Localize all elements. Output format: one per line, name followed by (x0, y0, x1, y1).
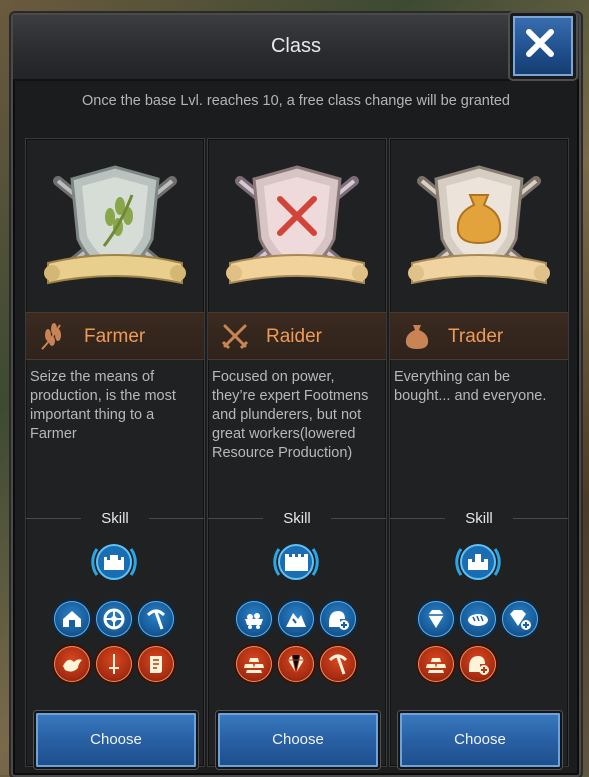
close-icon (526, 29, 554, 57)
sword-icon[interactable] (96, 646, 132, 682)
dialog-header: Class (13, 15, 579, 81)
crossed-swords-icon (221, 324, 249, 350)
class-description: Focused on power, they’re expert Footmen… (212, 369, 369, 461)
gold-bars-icon[interactable] (418, 646, 454, 682)
ore-plus-icon[interactable] (460, 646, 496, 682)
skill-label: Skill (283, 510, 311, 527)
trader-emblem (408, 165, 550, 285)
castle-icon[interactable] (273, 539, 319, 585)
bird-icon[interactable] (54, 646, 90, 682)
class-name: Trader (448, 326, 504, 347)
class-description: Everything can be bought... and everyone… (394, 369, 547, 404)
choose-label: Choose (272, 731, 324, 748)
wheat-icon (41, 323, 61, 350)
house-icon[interactable] (54, 601, 90, 637)
class-card-farmer: Farmer Seize the means of production, is… (25, 138, 205, 769)
castle-icon[interactable] (91, 539, 137, 585)
class-name-bar: Farmer (26, 312, 204, 360)
money-bag-icon (405, 325, 429, 349)
skill-header: Skill (208, 509, 386, 529)
skill-label: Skill (465, 510, 493, 527)
choose-farmer-button[interactable]: Choose (34, 711, 198, 769)
class-name-bar: Raider (208, 312, 386, 360)
choose-trader-button[interactable]: Choose (398, 711, 562, 769)
class-dialog: Class Once the base Lvl. reaches 10, a f… (11, 13, 581, 777)
pickaxe-icon[interactable] (138, 601, 174, 637)
choose-label: Choose (90, 731, 142, 748)
farmer-emblem (44, 165, 186, 285)
class-name-bar: Trader (390, 312, 568, 360)
ore-icon[interactable] (278, 601, 314, 637)
skill-label: Skill (101, 510, 129, 527)
class-change-notice: Once the base Lvl. reaches 10, a free cl… (81, 93, 510, 109)
gem-icon[interactable] (278, 646, 314, 682)
scroll-icon[interactable] (138, 646, 174, 682)
class-description: Seize the means of production, is the mo… (30, 369, 176, 442)
mine-cart-icon[interactable] (236, 601, 272, 637)
pickaxe-icon[interactable] (320, 646, 356, 682)
ore-boost-icon[interactable] (320, 601, 356, 637)
close-button[interactable] (510, 13, 576, 79)
dialog-title: Class (270, 35, 321, 57)
skill-header: Skill (390, 509, 568, 529)
skill-header: Skill (26, 509, 204, 529)
diamond-plus-icon[interactable] (502, 601, 538, 637)
choose-label: Choose (454, 731, 506, 748)
class-card-raider: Raider Focused on power, they’re expert … (207, 138, 387, 769)
bread-icon[interactable] (460, 601, 496, 637)
wheel-icon[interactable] (96, 601, 132, 637)
diamond-icon[interactable] (418, 601, 454, 637)
class-card-trader: Trader Everything can be bought... and e… (389, 138, 569, 769)
choose-raider-button[interactable]: Choose (216, 711, 380, 769)
class-name: Raider (266, 326, 322, 347)
gold-bars-icon[interactable] (236, 646, 272, 682)
raider-emblem (226, 165, 368, 285)
castle-icon[interactable] (455, 539, 501, 585)
class-name: Farmer (84, 326, 146, 347)
